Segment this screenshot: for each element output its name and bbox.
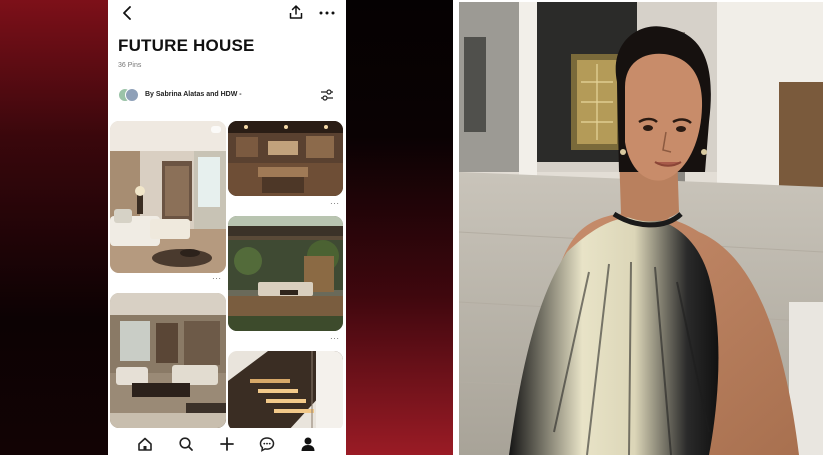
multi-image-badge (211, 126, 221, 133)
selfie-photo-image (459, 2, 823, 455)
top-bar (108, 0, 346, 28)
pin-living-room[interactable] (110, 121, 226, 273)
bottom-navigation (108, 428, 346, 455)
board-title: FUTURE HOUSE (118, 36, 255, 55)
pin-more-button[interactable]: ··· (330, 200, 340, 208)
collaborators-row[interactable]: By Sabrina Alatas and HDW - (118, 88, 336, 104)
chevron-left-icon[interactable] (120, 5, 136, 21)
collaborators-text: By Sabrina Alatas and HDW - (145, 91, 242, 98)
messages-icon[interactable] (259, 436, 275, 452)
share-icon[interactable] (288, 4, 304, 20)
staircase-image (228, 351, 343, 431)
selfie-photo (459, 2, 823, 455)
profile-icon[interactable] (300, 436, 316, 452)
left-gradient-strip (0, 0, 110, 455)
more-dots-icon[interactable] (318, 4, 336, 20)
pin-more-button[interactable]: ··· (330, 335, 340, 343)
outdoor-pergola-image (228, 216, 343, 331)
pin-more-button[interactable]: ··· (212, 275, 222, 283)
avatar (125, 88, 139, 102)
living-room-2-image (110, 293, 226, 428)
right-gradient-strip (346, 0, 453, 455)
filter-sliders-icon[interactable] (320, 89, 334, 101)
create-plus-icon[interactable] (219, 436, 235, 452)
kitchen-image (228, 121, 343, 196)
pin-kitchen[interactable] (228, 121, 343, 196)
search-icon[interactable] (178, 436, 194, 452)
pin-outdoor-pergola[interactable] (228, 216, 343, 331)
pin-living-room-2[interactable] (110, 293, 226, 428)
pin-staircase[interactable] (228, 351, 343, 431)
pinterest-board-screen: FUTURE HOUSE 36 Pins By Sabrina Alatas a… (108, 0, 346, 455)
living-room-image (110, 121, 226, 273)
pin-count: 36 Pins (118, 62, 142, 69)
home-icon[interactable] (137, 436, 153, 452)
